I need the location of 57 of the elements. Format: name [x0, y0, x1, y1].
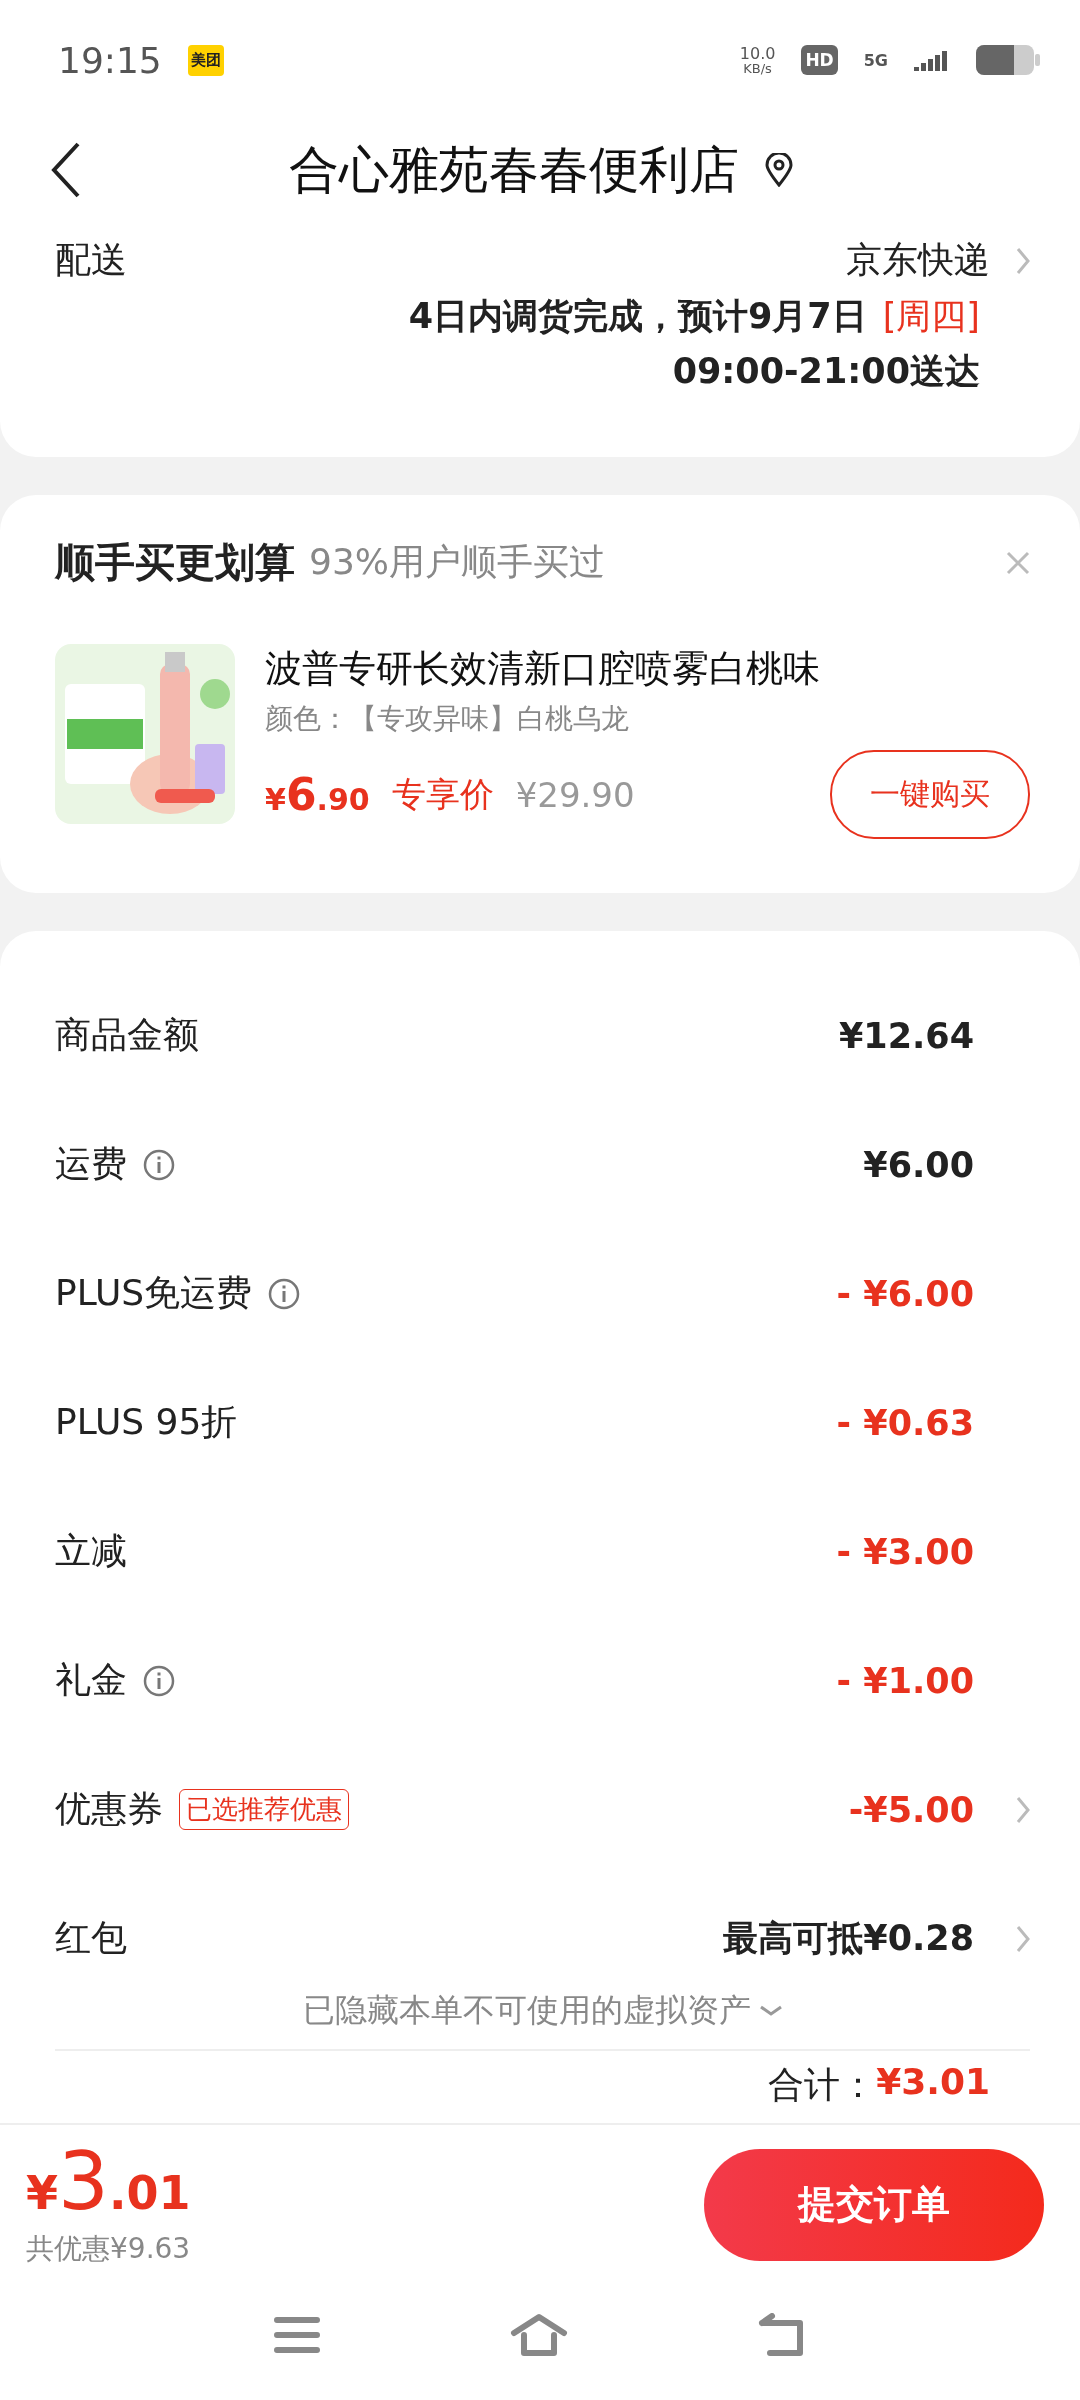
info-icon[interactable] — [143, 1664, 175, 1697]
original-price: ¥29.90 — [515, 774, 636, 815]
info-icon[interactable] — [143, 1148, 175, 1181]
summary-value: - ¥1.00 — [836, 1660, 974, 1701]
payable-total: ¥3.01 — [26, 2141, 192, 2222]
summary-label: 红包 — [55, 1916, 127, 1960]
summary-label: 运费 — [55, 1142, 127, 1186]
upsell-subtitle: 93%用户顺手买过 — [309, 540, 606, 584]
carrier-name[interactable]: 京东快递 — [846, 236, 990, 285]
location-pin-icon — [765, 153, 793, 187]
savings-text: 共优惠¥9.63 — [26, 2230, 192, 2267]
delivery-window: 09:00-21:00送达 — [672, 348, 980, 395]
store-title: 合心雅苑春春便利店 — [289, 139, 739, 201]
chevron-right-icon — [1016, 1924, 1030, 1953]
delivery-weekday: [周四] — [882, 295, 980, 338]
delivery-estimate: 4日内调货完成，预计9月7日 — [408, 295, 867, 338]
network-speed: 10.0 — [739, 45, 776, 62]
product-price: ¥6.90 — [265, 769, 370, 820]
summary-label: 立减 — [55, 1529, 127, 1573]
summary-value: ¥6.00 — [863, 1144, 974, 1185]
hd-badge: HD — [801, 45, 838, 75]
summary-label: 商品金额 — [55, 1013, 199, 1057]
summary-value: - ¥6.00 — [836, 1273, 974, 1314]
battery-icon — [976, 45, 1040, 75]
home-icon[interactable] — [510, 2313, 568, 2357]
back-gesture-icon[interactable] — [758, 2313, 806, 2357]
summary-value: - ¥0.63 — [836, 1402, 974, 1443]
network-type: 5G — [863, 50, 888, 70]
hidden-assets-note[interactable]: 已隐藏本单不可使用的虚拟资产 — [302, 1989, 751, 2033]
summary-value: - ¥3.00 — [836, 1531, 974, 1572]
back-icon[interactable] — [50, 140, 82, 200]
summary-value[interactable]: -¥5.00 — [848, 1789, 974, 1830]
coupon-tag: 已选推荐优惠 — [179, 1789, 349, 1830]
delivery-label: 配送 — [55, 238, 127, 282]
price-label: 专享价 — [391, 772, 494, 816]
product-name: 波普专研长效清新口腔喷雾白桃味 — [265, 646, 821, 692]
network-speed-unit: KB/s — [743, 61, 772, 75]
summary-value[interactable]: 最高可抵¥0.28 — [723, 1915, 974, 1962]
chevron-down-icon — [758, 2004, 783, 2018]
chevron-right-icon — [1016, 246, 1030, 275]
summary-label: 礼金 — [55, 1658, 127, 1702]
upsell-title: 顺手买更划算 — [55, 538, 295, 587]
submit-order-button[interactable]: 提交订单 — [704, 2148, 1044, 2261]
info-icon[interactable] — [268, 1277, 301, 1310]
summary-label: PLUS免运费 — [55, 1271, 253, 1315]
total-label: 合计： — [768, 2063, 877, 2107]
summary-label: PLUS 95折 — [55, 1400, 238, 1444]
summary-label: 优惠券 — [55, 1787, 163, 1831]
summary-value: ¥12.64 — [838, 1015, 974, 1056]
status-time: 19:15 — [58, 39, 162, 81]
total-value: ¥3.01 — [876, 2061, 990, 2104]
buy-now-button[interactable]: 一键购买 — [830, 750, 1030, 839]
product-spec: 颜色：【专攻异味】白桃乌龙 — [265, 701, 630, 737]
app-badge: 美团 — [187, 44, 224, 76]
signal-icon — [914, 49, 950, 71]
menu-icon[interactable] — [274, 2316, 320, 2354]
chevron-right-icon — [1016, 1795, 1030, 1824]
